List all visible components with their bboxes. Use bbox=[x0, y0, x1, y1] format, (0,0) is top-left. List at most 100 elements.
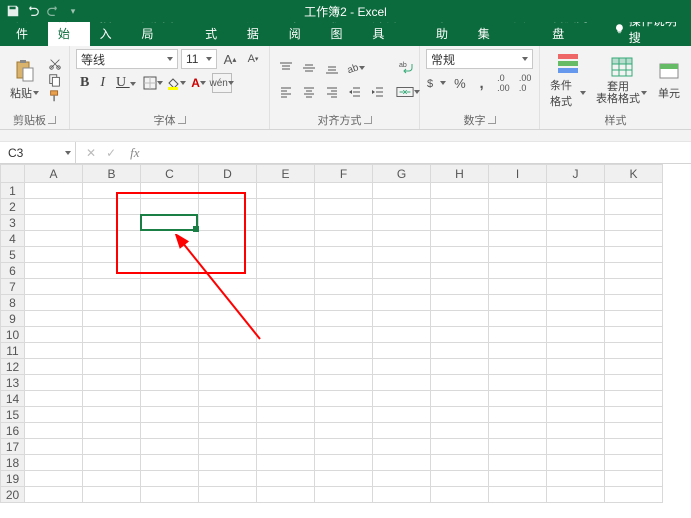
cell[interactable] bbox=[257, 295, 315, 311]
cell[interactable] bbox=[83, 199, 141, 215]
cell[interactable] bbox=[257, 407, 315, 423]
cell[interactable] bbox=[83, 375, 141, 391]
cell[interactable] bbox=[25, 375, 83, 391]
cell[interactable] bbox=[199, 391, 257, 407]
cell[interactable] bbox=[141, 359, 199, 375]
cell[interactable] bbox=[605, 215, 663, 231]
row-header[interactable]: 7 bbox=[1, 279, 25, 295]
column-header[interactable]: A bbox=[25, 165, 83, 183]
cell[interactable] bbox=[373, 295, 431, 311]
cut-button[interactable] bbox=[47, 57, 63, 71]
cell[interactable] bbox=[199, 215, 257, 231]
cell[interactable] bbox=[315, 295, 373, 311]
cell[interactable] bbox=[25, 295, 83, 311]
cell[interactable] bbox=[373, 487, 431, 503]
column-header[interactable]: C bbox=[141, 165, 199, 183]
align-middle-button[interactable] bbox=[299, 58, 319, 78]
bold-button[interactable]: B bbox=[76, 73, 93, 93]
cell[interactable] bbox=[373, 311, 431, 327]
cell[interactable] bbox=[373, 423, 431, 439]
row-header[interactable]: 3 bbox=[1, 215, 25, 231]
cell[interactable] bbox=[605, 407, 663, 423]
cell[interactable] bbox=[83, 327, 141, 343]
cell[interactable] bbox=[373, 231, 431, 247]
cell[interactable] bbox=[141, 439, 199, 455]
cell[interactable] bbox=[373, 391, 431, 407]
column-header[interactable]: E bbox=[257, 165, 315, 183]
cell[interactable] bbox=[141, 407, 199, 423]
cell[interactable] bbox=[25, 327, 83, 343]
cell[interactable] bbox=[257, 487, 315, 503]
column-header[interactable]: G bbox=[373, 165, 431, 183]
cell[interactable] bbox=[605, 183, 663, 199]
cell[interactable] bbox=[199, 407, 257, 423]
cell[interactable] bbox=[199, 311, 257, 327]
cell[interactable] bbox=[605, 199, 663, 215]
cell[interactable] bbox=[25, 439, 83, 455]
cell[interactable] bbox=[83, 343, 141, 359]
cell[interactable] bbox=[199, 279, 257, 295]
cell[interactable] bbox=[547, 471, 605, 487]
cell[interactable] bbox=[315, 199, 373, 215]
cell[interactable] bbox=[547, 311, 605, 327]
cell[interactable] bbox=[257, 199, 315, 215]
cell[interactable] bbox=[83, 407, 141, 423]
cell[interactable] bbox=[141, 247, 199, 263]
cell[interactable] bbox=[547, 183, 605, 199]
cell[interactable] bbox=[489, 183, 547, 199]
cell[interactable] bbox=[315, 311, 373, 327]
cell[interactable] bbox=[547, 423, 605, 439]
cell[interactable] bbox=[83, 263, 141, 279]
cell[interactable] bbox=[257, 391, 315, 407]
cell[interactable] bbox=[547, 231, 605, 247]
redo-icon[interactable] bbox=[46, 4, 60, 18]
cell[interactable] bbox=[431, 375, 489, 391]
cell[interactable] bbox=[547, 263, 605, 279]
paste-button[interactable]: 粘贴 bbox=[6, 57, 43, 103]
cell[interactable] bbox=[373, 439, 431, 455]
column-header[interactable]: H bbox=[431, 165, 489, 183]
row-header[interactable]: 16 bbox=[1, 423, 25, 439]
name-box-input[interactable] bbox=[8, 146, 56, 160]
cell[interactable] bbox=[25, 423, 83, 439]
cell[interactable] bbox=[315, 279, 373, 295]
cell[interactable] bbox=[141, 199, 199, 215]
row-header[interactable]: 10 bbox=[1, 327, 25, 343]
undo-icon[interactable] bbox=[26, 4, 40, 18]
cell[interactable] bbox=[547, 455, 605, 471]
cell[interactable] bbox=[489, 199, 547, 215]
cell[interactable] bbox=[83, 391, 141, 407]
cell[interactable] bbox=[83, 471, 141, 487]
row-header[interactable]: 18 bbox=[1, 455, 25, 471]
cell[interactable] bbox=[83, 279, 141, 295]
cell[interactable] bbox=[489, 215, 547, 231]
increase-indent-button[interactable] bbox=[368, 82, 388, 102]
row-header[interactable]: 14 bbox=[1, 391, 25, 407]
cell[interactable] bbox=[315, 247, 373, 263]
cell[interactable] bbox=[315, 263, 373, 279]
cell[interactable] bbox=[605, 311, 663, 327]
cell[interactable] bbox=[141, 471, 199, 487]
cell[interactable] bbox=[199, 375, 257, 391]
cell[interactable] bbox=[431, 183, 489, 199]
cell[interactable] bbox=[257, 423, 315, 439]
fx-icon[interactable]: fx bbox=[130, 145, 139, 161]
phonetic-button[interactable]: wén bbox=[212, 73, 232, 93]
dialog-launcher-icon[interactable] bbox=[178, 116, 186, 124]
cell[interactable] bbox=[315, 471, 373, 487]
cell[interactable] bbox=[83, 423, 141, 439]
format-painter-button[interactable] bbox=[47, 89, 63, 103]
row-header[interactable]: 4 bbox=[1, 231, 25, 247]
cell[interactable] bbox=[605, 263, 663, 279]
align-right-button[interactable] bbox=[322, 82, 342, 102]
italic-button[interactable]: I bbox=[96, 73, 109, 93]
cell[interactable] bbox=[373, 375, 431, 391]
cell[interactable] bbox=[25, 359, 83, 375]
row-header[interactable]: 5 bbox=[1, 247, 25, 263]
cell[interactable] bbox=[547, 439, 605, 455]
cell[interactable] bbox=[315, 183, 373, 199]
cell[interactable] bbox=[141, 311, 199, 327]
cell[interactable] bbox=[373, 279, 431, 295]
cell[interactable] bbox=[489, 455, 547, 471]
cell[interactable] bbox=[431, 231, 489, 247]
